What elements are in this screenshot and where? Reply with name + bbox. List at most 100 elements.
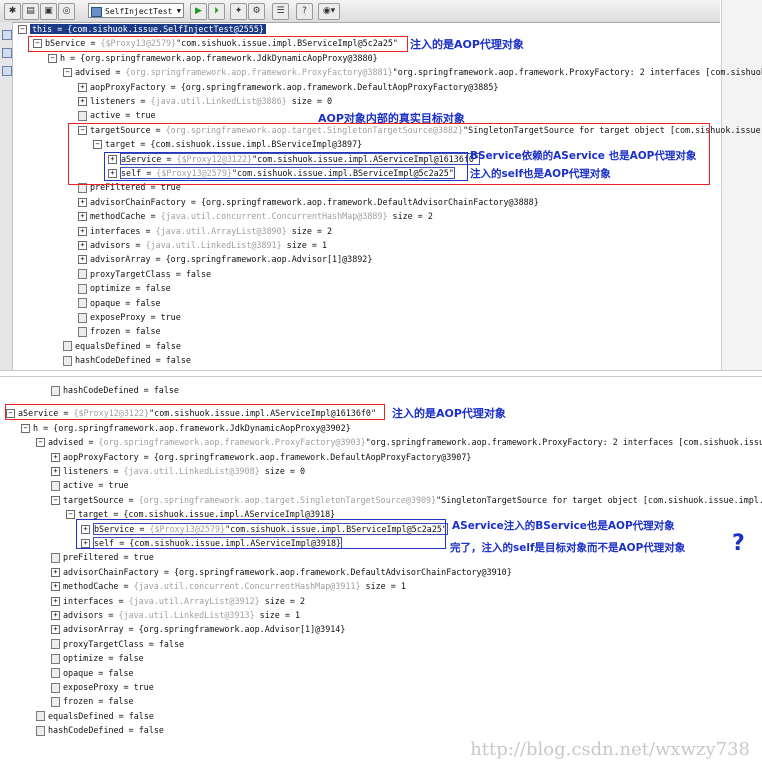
tree-row[interactable]: − h = {org.springframework.aop.framework.… — [21, 422, 351, 435]
variable-name: this = — [32, 24, 68, 34]
tree-row-content: advisorChainFactory = {org.springframewo… — [63, 567, 512, 577]
expand-icon[interactable]: + — [78, 197, 87, 207]
tree-row-content: methodCache = {java.util.concurrent.Conc… — [63, 581, 406, 591]
variable-value: {org.springframework.aop.framework.Defau… — [180, 81, 499, 92]
tree-row[interactable]: − advised = {org.springframework.aop.fram… — [36, 436, 762, 449]
tree-row[interactable]: hashCodeDefined = false — [63, 354, 191, 367]
collapse-icon[interactable]: − — [66, 510, 75, 520]
tree-row[interactable]: + aopProxyFactory = {org.springframework.… — [51, 451, 471, 464]
variable-name: aopProxyFactory = — [90, 81, 181, 92]
variable-name: frozen = — [63, 696, 109, 707]
expand-icon[interactable]: + — [51, 467, 60, 476]
collapse-icon[interactable]: − — [18, 25, 27, 34]
tree-row[interactable]: − this = {com.sishuok.issue.SelfInjectTes… — [18, 23, 266, 36]
tree-row[interactable]: − targetSource = {org.springframework.aop… — [51, 494, 762, 507]
tree-row[interactable]: equalsDefined = false — [36, 710, 154, 723]
tree-row[interactable]: exposeProxy = true — [78, 311, 181, 324]
expand-icon[interactable]: + — [51, 452, 60, 462]
expand-icon[interactable]: + — [78, 255, 87, 265]
expand-icon[interactable]: + — [78, 212, 87, 222]
tree-row[interactable]: opaque = false — [51, 667, 134, 680]
tree-row[interactable]: active = true — [51, 479, 129, 492]
tree-row[interactable]: + methodCache = {java.util.concurrent.Con… — [51, 580, 406, 593]
tree-row[interactable]: + interfaces = {java.util.ArrayList@3890}… — [78, 225, 332, 238]
expand-icon[interactable]: + — [51, 596, 60, 606]
help-icon[interactable]: ◉▾ — [318, 3, 340, 20]
list-icon[interactable]: ☰ — [272, 3, 289, 20]
tree-row[interactable]: + advisorChainFactory = {org.springframew… — [51, 566, 512, 579]
tree-row[interactable]: preFiltered = true — [51, 551, 154, 564]
tree-row-content: exposeProxy = true — [63, 682, 154, 692]
variables-icon[interactable] — [2, 66, 12, 76]
stop-icon[interactable]: ⚙ — [248, 3, 265, 20]
bug-icon[interactable]: ✱ — [4, 3, 21, 20]
variable-value: true — [135, 110, 156, 121]
tree-row[interactable]: + advisors = {java.util.LinkedList@3891} … — [78, 239, 327, 252]
field-icon — [78, 283, 87, 294]
tree-row[interactable]: − advised = {org.springframework.aop.fram… — [63, 66, 762, 79]
thread-icon[interactable] — [2, 48, 12, 58]
field-icon — [51, 552, 60, 563]
tree-row[interactable]: optimize = false — [78, 282, 171, 295]
field-icon — [36, 711, 45, 722]
tree-row[interactable]: frozen = false — [51, 695, 134, 708]
step-icon[interactable]: ⏵ — [208, 3, 225, 20]
frame-icon[interactable] — [2, 30, 12, 40]
expand-icon[interactable]: + — [51, 567, 60, 577]
tree-row[interactable]: hashCodeDefined = false — [36, 724, 164, 737]
field-icon — [36, 725, 45, 736]
tree-row[interactable]: active = true — [78, 109, 156, 122]
tree-row-content: opaque = false — [90, 298, 161, 308]
field-icon — [78, 298, 87, 309]
variable-type: {java.util.LinkedList@3886} — [150, 96, 287, 106]
new-icon[interactable]: ▤ — [22, 3, 39, 20]
variable-value: "org.springframework.aop.framework.Proxy… — [392, 67, 762, 78]
tree-row[interactable]: opaque = false — [78, 297, 161, 310]
collapse-icon[interactable]: − — [63, 68, 72, 78]
expand-icon[interactable]: + — [78, 82, 87, 92]
expand-icon[interactable]: + — [78, 241, 87, 250]
run-config-select[interactable]: SelfInjectTest ▼ — [88, 3, 184, 18]
tree-row[interactable]: exposeProxy = true — [51, 681, 154, 694]
collapse-icon[interactable]: − — [36, 438, 45, 448]
vertical-scrollbar[interactable] — [721, 0, 762, 370]
tree-row[interactable]: + advisorArray = {org.springframework.aop… — [78, 253, 372, 266]
watch-icon[interactable]: ◎ — [58, 3, 75, 20]
tree-row[interactable]: proxyTargetClass = false — [78, 268, 211, 281]
tree-row[interactable]: proxyTargetClass = false — [51, 638, 184, 651]
debug-icon[interactable]: ✦ — [230, 3, 247, 20]
expand-icon[interactable]: + — [78, 226, 87, 236]
tree-row[interactable]: hashCodeDefined = false — [51, 384, 179, 397]
console-icon[interactable]: ▣ — [40, 3, 57, 20]
tree-row[interactable]: equalsDefined = false — [63, 340, 181, 353]
tree-row[interactable]: + listeners = {java.util.LinkedList@3886}… — [78, 95, 332, 108]
tree-row-content: methodCache = {java.util.concurrent.Conc… — [90, 211, 433, 221]
tree-row[interactable]: + aopProxyFactory = {org.springframework.… — [78, 81, 498, 94]
info-icon[interactable]: ? — [296, 3, 313, 20]
expand-icon[interactable]: + — [78, 97, 87, 106]
variable-name: optimize = — [90, 283, 146, 294]
tree-row[interactable]: optimize = false — [51, 652, 144, 665]
variable-name: advisorArray = — [90, 254, 166, 265]
expand-icon[interactable]: + — [51, 611, 60, 620]
tree-row[interactable]: + methodCache = {java.util.concurrent.Con… — [78, 210, 433, 223]
expand-icon[interactable]: + — [51, 582, 60, 592]
red-box-bservice — [28, 36, 408, 52]
run-icon[interactable]: ▶ — [190, 3, 207, 20]
tree-row-content: active = true — [63, 480, 129, 490]
collapse-icon[interactable]: − — [48, 53, 57, 63]
variable-name: h = — [33, 422, 54, 433]
annotation-b1: 注入的是AOP代理对象 — [392, 407, 506, 420]
expand-icon[interactable]: + — [51, 625, 60, 635]
collapse-icon[interactable]: − — [51, 495, 60, 505]
collapse-icon[interactable]: − — [21, 423, 30, 433]
tree-row[interactable]: frozen = false — [78, 325, 161, 338]
tree-row[interactable]: + advisorArray = {org.springframework.aop… — [51, 623, 345, 636]
tree-row[interactable]: − h = {org.springframework.aop.framework.… — [48, 52, 378, 65]
variable-value: false — [108, 696, 134, 707]
tree-row[interactable]: + listeners = {java.util.LinkedList@3908}… — [51, 465, 305, 478]
tree-row[interactable]: + interfaces = {java.util.ArrayList@3912}… — [51, 595, 305, 608]
tree-row[interactable]: + advisorChainFactory = {org.springframew… — [78, 196, 539, 209]
variable-value: false — [138, 725, 164, 736]
tree-row[interactable]: + advisors = {java.util.LinkedList@3913} … — [51, 609, 300, 622]
